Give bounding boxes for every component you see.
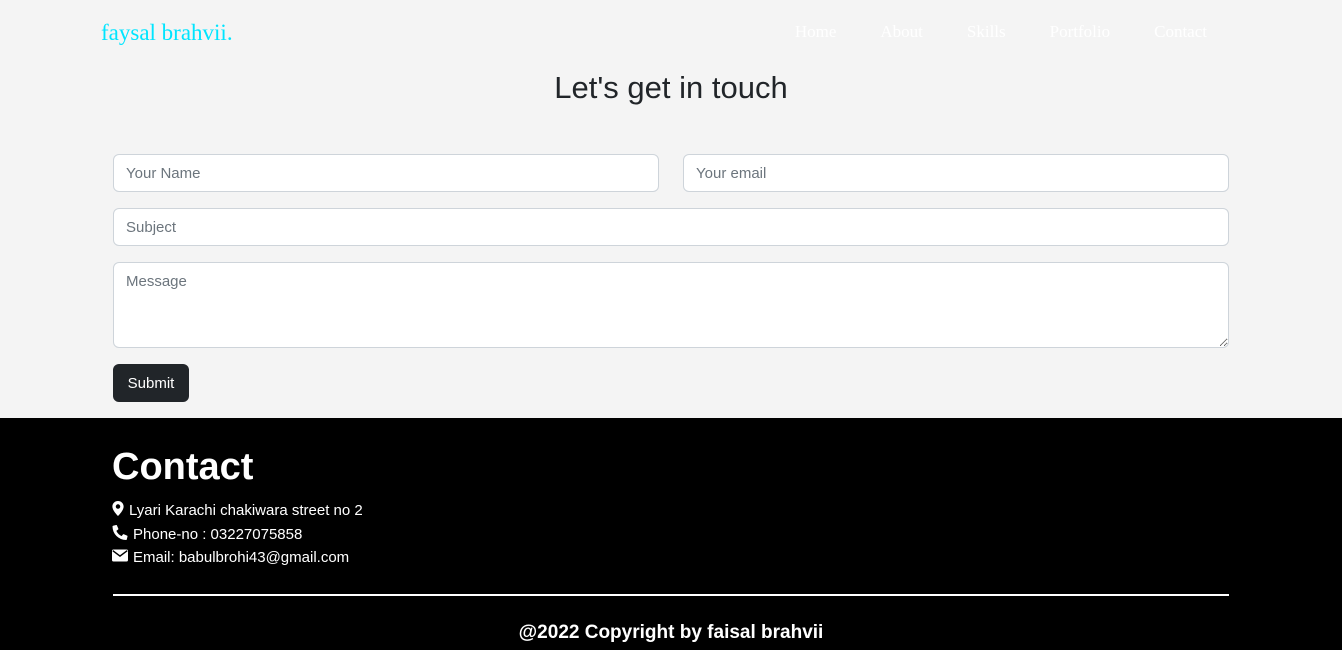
navbar: faysal brahvii. Home About Skills Portfo…: [0, 0, 1342, 64]
email-input[interactable]: [683, 154, 1229, 192]
envelope-icon: [112, 549, 133, 566]
phone-line: Phone-no : 03227075858: [112, 524, 303, 544]
nav-item-about[interactable]: About: [880, 22, 923, 42]
submit-button[interactable]: Submit: [113, 364, 189, 402]
nav-item-skills[interactable]: Skills: [967, 22, 1006, 42]
email-line: Email: babulbrohi43@gmail.com: [112, 549, 349, 566]
nav-item-portfolio[interactable]: Portfolio: [1050, 22, 1110, 42]
phone-icon: [112, 524, 133, 544]
map-marker-icon: [112, 501, 129, 520]
nav-item-home[interactable]: Home: [795, 22, 837, 42]
phone-text: Phone-no : 03227075858: [133, 526, 303, 543]
nav-links: Home About Skills Portfolio Contact: [751, 22, 1207, 42]
address-line: Lyari Karachi chakiwara street no 2: [112, 501, 363, 520]
subject-input[interactable]: [113, 208, 1229, 246]
nav-item-contact[interactable]: Contact: [1154, 22, 1207, 42]
footer-heading: Contact: [112, 446, 254, 488]
brand-logo[interactable]: faysal brahvii.: [101, 20, 233, 46]
footer: Contact Lyari Karachi chakiwara street n…: [0, 418, 1342, 650]
name-input[interactable]: [113, 154, 659, 192]
message-textarea[interactable]: [113, 262, 1229, 348]
copyright-text: @2022 Copyright by faisal brahvii: [518, 622, 824, 643]
footer-divider: [113, 594, 1229, 596]
email-text: Email: babulbrohi43@gmail.com: [133, 549, 350, 566]
page-title: Let's get in touch: [554, 70, 788, 105]
address-text: Lyari Karachi chakiwara street no 2: [129, 502, 363, 519]
